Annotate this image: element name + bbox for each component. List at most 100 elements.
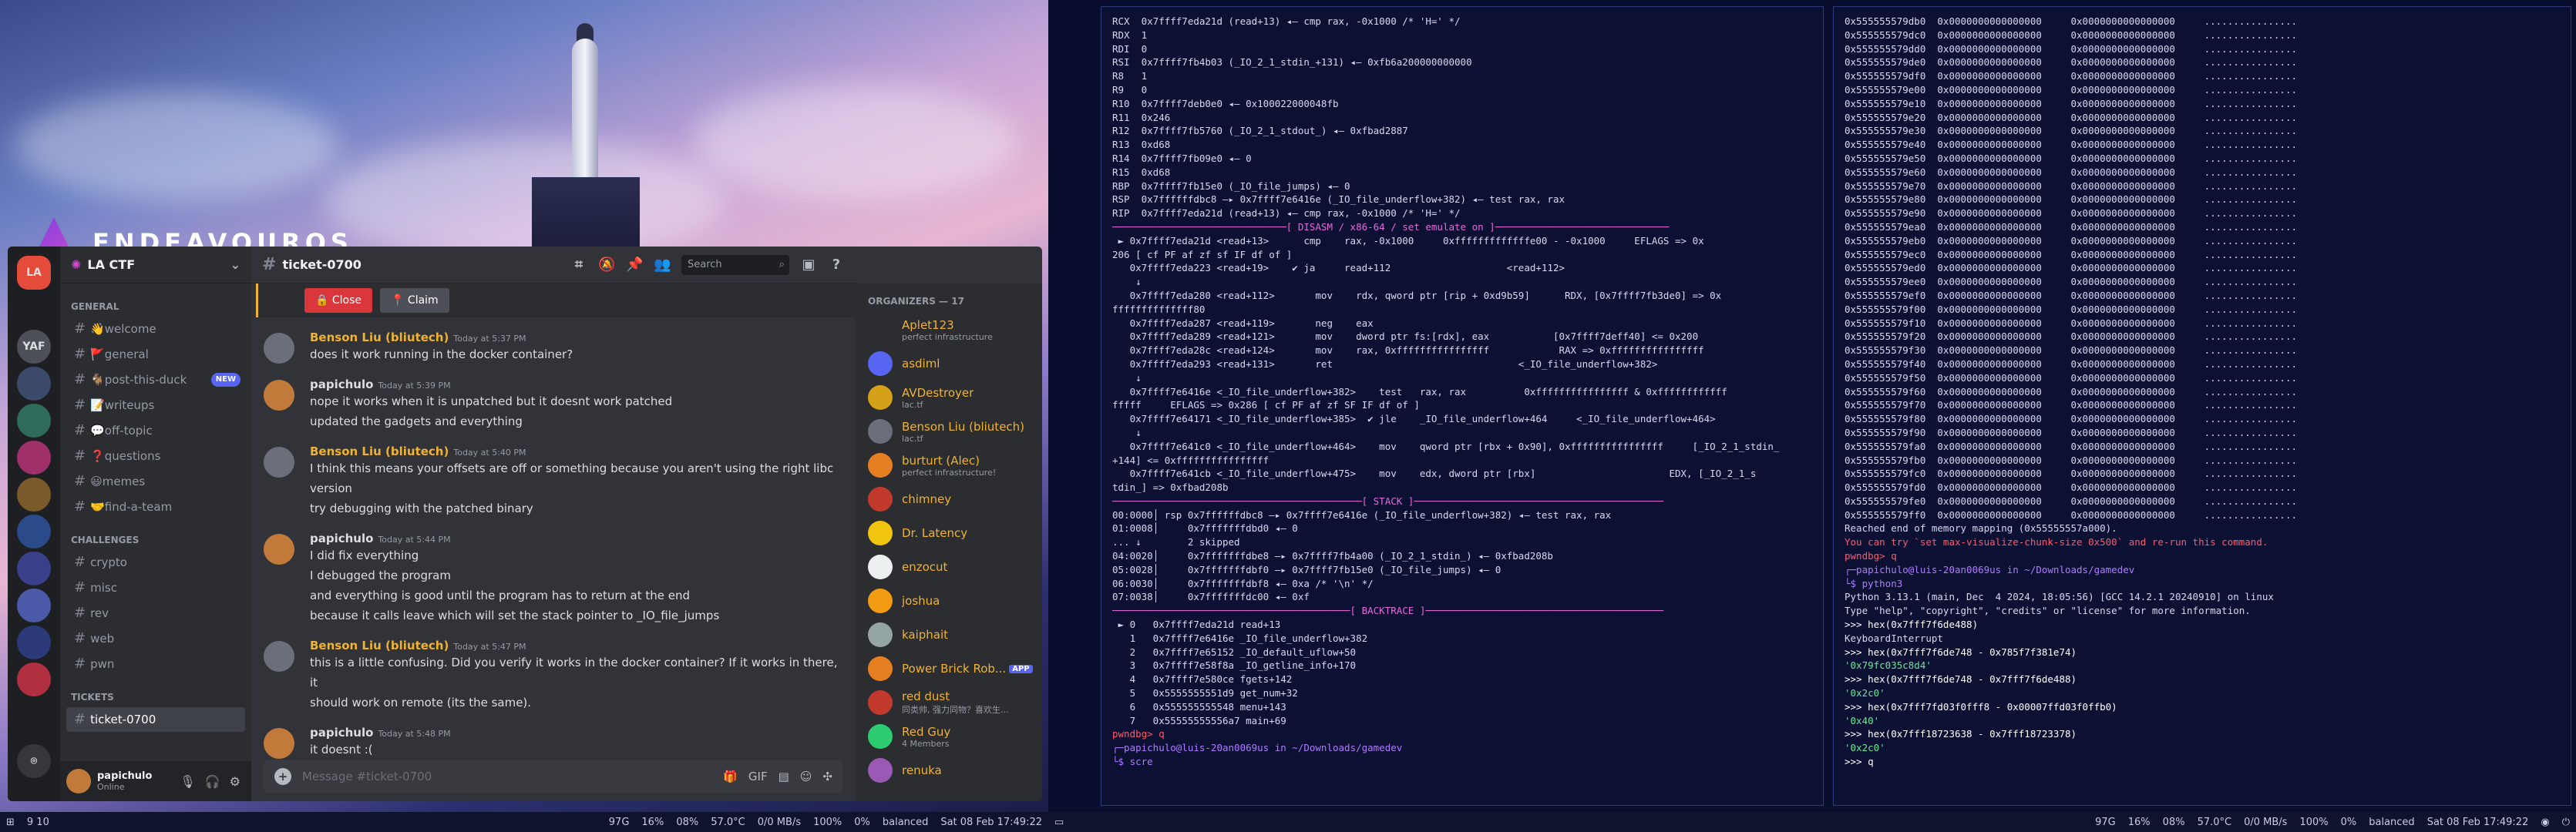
channel-ticket[interactable]: # ticket-0700 (66, 707, 245, 732)
headphones-icon[interactable]: 🎧 (205, 774, 220, 789)
taskbar-left: ⊞ 9 10 97G 16% 08% 57.0°C 0/0 MB/s 100% … (0, 812, 1048, 832)
guild-icon[interactable] (17, 404, 51, 438)
guild-icon[interactable]: YAF (17, 330, 51, 364)
guild-icon[interactable] (17, 367, 51, 401)
guild-icon[interactable] (17, 663, 51, 696)
guild-icon[interactable] (17, 441, 51, 475)
member-item[interactable]: kaiphait (856, 618, 1042, 652)
wallpaper-cloud (15, 92, 339, 200)
guild-icon[interactable] (17, 589, 51, 622)
channel-item[interactable]: # 🤝find-a-team (66, 495, 245, 519)
gear-icon[interactable]: ⚙ (230, 774, 240, 789)
volume[interactable]: 100% (813, 817, 842, 828)
guild-icon[interactable]: LA (17, 256, 51, 290)
emoji-icon[interactable]: ☺ (800, 770, 812, 783)
terminal-line: 0x7ffff7eda287 <read+119> neg eax (1112, 317, 1374, 329)
terminal-line: 00:0000│ rsp 0x7ffffffdbc8 —▸ 0x7ffff7e6… (1112, 508, 1612, 521)
gift-icon[interactable]: 🎁 (723, 770, 738, 783)
inbox-icon[interactable]: ▣ (800, 257, 817, 273)
message-author[interactable]: papichulo (310, 726, 373, 740)
channel-item[interactable]: # 🚩general (66, 342, 245, 367)
message-author[interactable]: papichulo (310, 532, 373, 545)
channel-item[interactable]: # ❓questions (66, 444, 245, 468)
discover-icon[interactable]: ⌾ (17, 744, 51, 778)
avatar[interactable] (264, 534, 294, 565)
member-item[interactable]: Power Brick Rob... APP (856, 652, 1042, 686)
member-item[interactable]: Benson Liu (bliutech) lac.tf (856, 414, 1042, 448)
terminal-line: 0x555555579f00 0x0000000000000000 0x0000… (1845, 303, 2297, 315)
channel-item[interactable]: # 📝writeups (66, 393, 245, 418)
microphone-icon[interactable]: 🎙 (180, 774, 195, 789)
help-icon[interactable]: ? (828, 257, 845, 273)
search-input[interactable]: Search ⌕ (681, 254, 789, 275)
avatar[interactable] (264, 333, 294, 364)
member-item[interactable]: joshua (856, 584, 1042, 618)
member-item[interactable]: AVDestroyer lac.tf (856, 381, 1042, 414)
mute-icon[interactable]: 🔕 (598, 257, 615, 273)
claim-ticket-button[interactable]: 📍 Claim (380, 288, 449, 313)
apps-menu-icon[interactable]: ⊞ (6, 817, 15, 828)
avatar[interactable] (264, 447, 294, 478)
server-header[interactable]: ✺ LA CTF ⌄ (60, 247, 251, 283)
channel-item[interactable]: # web (66, 626, 245, 651)
channel-item[interactable]: # crypto (66, 550, 245, 575)
member-name: AVDestroyer (902, 385, 974, 400)
rocket-body (572, 39, 598, 200)
member-item[interactable]: burturt (Alec) perfect infrastructure! (856, 448, 1042, 482)
guild-icon[interactable] (17, 515, 51, 549)
apps-icon[interactable]: ✣ (822, 770, 832, 783)
channel-item[interactable]: # 🐐post-this-duck NEW (66, 367, 245, 392)
member-item[interactable]: chimney (856, 482, 1042, 516)
avatar[interactable] (264, 641, 294, 672)
file-manager-icon[interactable]: ▭ (1054, 817, 1064, 828)
gdb-terminal[interactable]: RCX 0x7ffff7eda21d (read+13) ◂— cmp rax,… (1101, 6, 1824, 806)
power-profile[interactable]: balanced (2369, 817, 2414, 828)
add-attachment-icon[interactable]: + (274, 768, 291, 785)
guild-icon[interactable] (17, 552, 51, 585)
pin-icon[interactable]: 📌 (626, 257, 643, 273)
message-author[interactable]: Benson Liu (bliutech) (310, 330, 449, 344)
channel-item[interactable]: # misc (66, 575, 245, 600)
channel-item[interactable]: # pwn (66, 652, 245, 676)
discord-tray-icon[interactable]: ◉ (2541, 817, 2549, 828)
channel-item[interactable]: # rev (66, 601, 245, 626)
power-icon[interactable]: ⏻ (2562, 817, 2570, 828)
category-challenges[interactable]: CHALLENGES (60, 531, 251, 549)
member-item[interactable]: Red Guy 4 Members (856, 720, 1042, 753)
terminal-line: RBP 0x7ffff7fb15e0 (_IO_file_jumps) ◂— 0 (1112, 179, 1350, 192)
clock[interactable]: Sat 08 Feb 17:49:22 (940, 817, 1042, 828)
members-icon[interactable]: 👥 (654, 257, 671, 273)
member-item[interactable]: Aplet123 perfect infrastructure (856, 313, 1042, 347)
message-author[interactable]: Benson Liu (bliutech) (310, 445, 449, 458)
channel-item[interactable]: # 👋welcome (66, 317, 245, 341)
member-item[interactable]: asdiml (856, 347, 1042, 381)
message-composer[interactable]: + Message #ticket-0700 🎁 GIF ▤ ☺ ✣ (264, 760, 843, 793)
clock[interactable]: Sat 08 Feb 17:49:22 (2427, 817, 2529, 828)
close-ticket-button[interactable]: 🔒 Close (304, 288, 373, 313)
guild-icon[interactable] (17, 626, 51, 659)
message-author[interactable]: papichulo (310, 377, 373, 391)
sticker-icon[interactable]: ▤ (779, 770, 789, 783)
avatar[interactable] (264, 728, 294, 759)
threads-icon[interactable]: ⌗ (570, 257, 587, 273)
guild-icon[interactable] (17, 478, 51, 512)
member-item[interactable]: renuka (856, 753, 1042, 787)
volume[interactable]: 100% (2299, 817, 2328, 828)
message-author[interactable]: Benson Liu (bliutech) (310, 639, 449, 653)
channel-item[interactable]: # 💬off-topic (66, 418, 245, 443)
message-timestamp: Today at 5:48 PM (378, 729, 451, 739)
member-item[interactable]: enzocut (856, 550, 1042, 584)
category-tickets[interactable]: TICKETS (60, 688, 251, 706)
power-profile[interactable]: balanced (883, 817, 928, 828)
member-item[interactable]: Dr. Latency (856, 516, 1042, 550)
channel-item[interactable]: # 😃memes (66, 469, 245, 494)
avatar[interactable] (264, 380, 294, 411)
python-terminal[interactable]: 0x555555579db0 0x0000000000000000 0x0000… (1833, 6, 2571, 806)
avatar[interactable] (66, 769, 91, 793)
taskbar-right: ▭ 97G 16% 08% 57.0°C 0/0 MB/s 100% 0% ba… (1048, 812, 2576, 832)
member-item[interactable]: red dust 同类帅, 强力同物？喜欢生... (856, 686, 1042, 720)
gif-icon[interactable]: GIF (748, 770, 768, 783)
hash-icon: # (74, 711, 86, 727)
category-general[interactable]: GENERAL (60, 297, 251, 316)
workspace-switcher[interactable]: 9 10 (27, 817, 49, 828)
